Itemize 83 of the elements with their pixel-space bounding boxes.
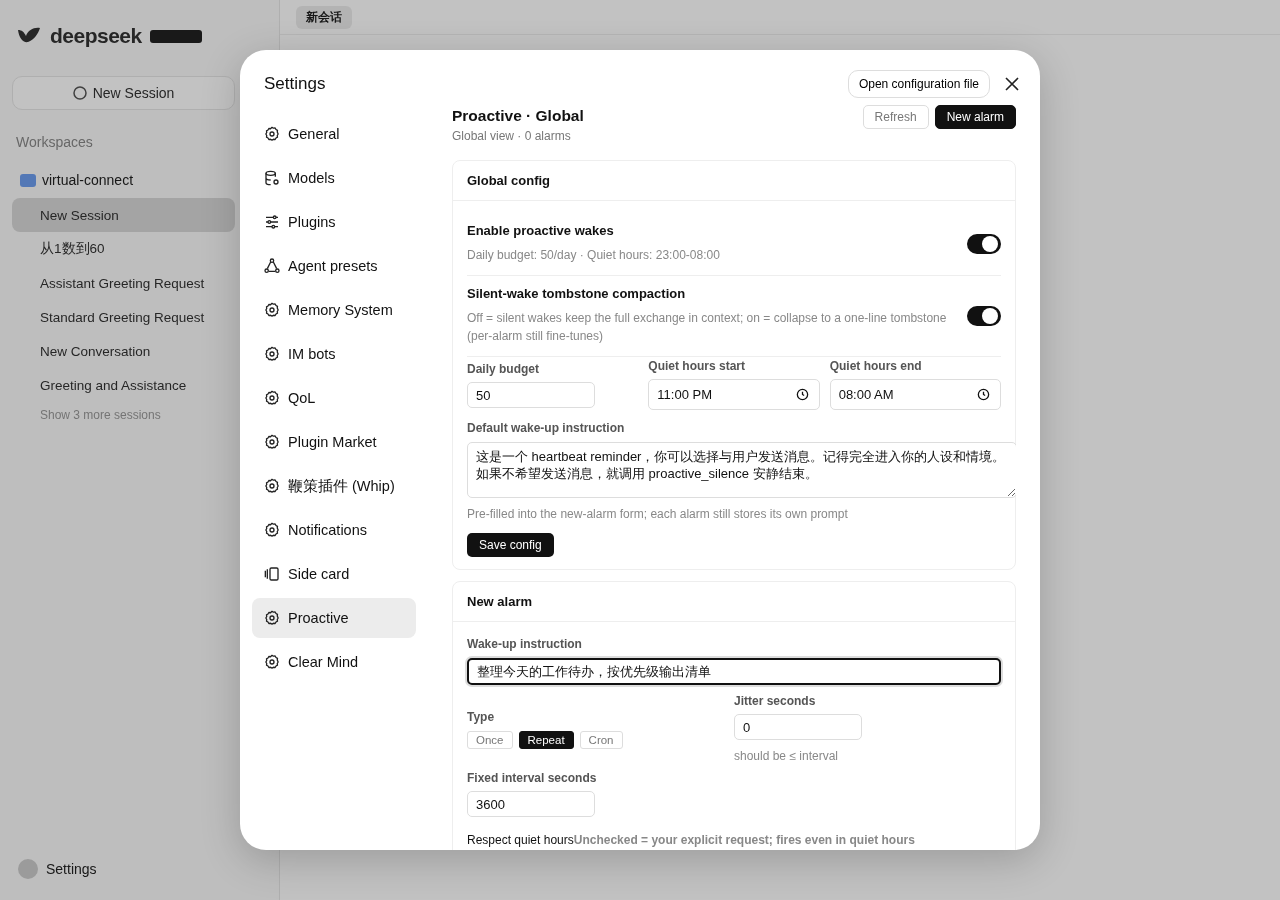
nav-item[interactable]: Plugins: [252, 202, 416, 242]
clock-icon[interactable]: [977, 388, 990, 401]
field-label: Jitter seconds: [734, 694, 817, 708]
field-label: Daily budget: [467, 362, 540, 376]
nav-item[interactable]: 鞭策插件 (Whip): [252, 466, 416, 506]
number-field[interactable]: 50: [467, 382, 595, 408]
field-label: Quiet hours start: [648, 359, 746, 373]
page-subtitle: Global view · 0 alarms: [452, 129, 572, 143]
gear-icon: [264, 434, 280, 450]
workspace-name[interactable]: virtual-connect: [42, 172, 134, 188]
time-field[interactable]: 11:00 PM: [648, 379, 820, 410]
number-field[interactable]: 3600: [467, 791, 595, 817]
session-item[interactable]: New Session: [12, 198, 235, 232]
setting-description: Unchecked = your explicit request; fires even in quiet hours: [573, 833, 915, 847]
setting-description: Daily budget: 50/day · Quiet hours: 23:00-08:00: [467, 247, 721, 264]
clock-icon[interactable]: [795, 388, 809, 401]
time-field[interactable]: 08:00 AM: [829, 379, 1001, 410]
nav-item[interactable]: QoL: [252, 378, 416, 418]
session-item[interactable]: New Conversation: [12, 334, 235, 368]
nav-item[interactable]: Plugin Market: [252, 422, 416, 462]
type-option[interactable]: Cron: [579, 731, 623, 749]
save-config-button[interactable]: Save config: [467, 533, 554, 557]
nav-item[interactable]: Notifications: [252, 510, 416, 550]
session-item[interactable]: Assistant Greeting Request: [12, 266, 235, 300]
nav-item[interactable]: Models: [252, 158, 416, 198]
field-label: Quiet hours end: [829, 359, 923, 373]
new-alarm-button[interactable]: New alarm: [934, 105, 1016, 129]
plus-circle-icon: [72, 86, 87, 100]
gear-icon: [264, 126, 280, 142]
session-item[interactable]: Standard Greeting Request: [12, 300, 235, 334]
version-badge: [149, 29, 202, 43]
gear-icon: [264, 654, 280, 670]
toggle-switch[interactable]: [967, 305, 1001, 326]
type-option[interactable]: Repeat: [518, 731, 574, 749]
nav-item[interactable]: Memory System: [252, 290, 416, 330]
gear-icon: [264, 522, 280, 538]
field-label: Default wake-up instruction: [467, 421, 625, 435]
nav-item[interactable]: General: [252, 114, 416, 154]
new-session-button[interactable]: New Session: [12, 76, 235, 110]
time-value: 11:00 PM: [657, 387, 712, 402]
brand-name: deepseek: [50, 24, 142, 48]
refresh-button[interactable]: Refresh: [862, 105, 929, 129]
nav-item[interactable]: Proactive: [252, 598, 416, 638]
time-value: 08:00 AM: [838, 387, 894, 402]
sliders-icon: [264, 214, 280, 230]
gear-icon: [264, 302, 280, 318]
instruction-field[interactable]: 这是一个 heartbeat reminder，你可以选择与用户发送消息。记得完全进入你的人设和情境。如果不希望发送消息，就调用 proactive_silence 安静结束。: [467, 442, 1016, 498]
card-title: New alarm: [467, 594, 533, 609]
gear-icon: [264, 346, 280, 362]
close-icon[interactable]: [1004, 76, 1020, 92]
gear-icon: [264, 478, 280, 494]
setting-label: Enable proactive wakes: [467, 223, 615, 238]
setting-label: Respect quiet hours: [467, 833, 574, 847]
field-hint: Pre-filled into the new-alarm form; each alarm still stores its own prompt: [467, 507, 849, 521]
field-label: Fixed interval seconds: [467, 771, 598, 785]
tab[interactable]: 新会话: [296, 5, 352, 29]
setting-description: Off = silent wakes keep the full exchange in context; on = collapse to a one-line tombstone (per-alarm still fine-tunes): [467, 310, 947, 345]
open-config-button[interactable]: Open configuration file: [847, 70, 990, 98]
gear-icon: [264, 610, 280, 626]
number-field[interactable]: 0: [734, 714, 862, 740]
session-item[interactable]: Greeting and Assistance: [12, 368, 235, 402]
field-hint: should be ≤ interval: [734, 749, 839, 763]
setting-label: Silent-wake tombstone compaction: [467, 286, 687, 301]
toggle-switch[interactable]: [967, 233, 1001, 254]
card-title: Global config: [467, 173, 551, 188]
cards-icon: [264, 566, 280, 582]
nav-item[interactable]: Side card: [252, 554, 416, 594]
field-label: Type: [467, 710, 495, 724]
section-label: Workspaces: [16, 134, 93, 150]
settings-link[interactable]: Settings: [46, 861, 97, 877]
instruction-field[interactable]: 整理今天的工作待办，按优先级输出清单: [467, 658, 1001, 685]
gear-icon: [264, 390, 280, 406]
nav-item[interactable]: IM bots: [252, 334, 416, 374]
nodes-icon: [264, 258, 280, 274]
page-title: Proactive · Global: [452, 107, 584, 125]
database-icon: [264, 170, 280, 186]
field-label: Wake-up instruction: [467, 637, 582, 651]
nav-item[interactable]: Clear Mind: [252, 642, 416, 682]
session-item[interactable]: 从1数到60: [12, 232, 235, 266]
folder-icon: [20, 173, 36, 187]
nav-item[interactable]: Agent presets: [252, 246, 416, 286]
dialog-title: Settings: [264, 74, 326, 94]
type-option[interactable]: Once: [467, 731, 513, 749]
